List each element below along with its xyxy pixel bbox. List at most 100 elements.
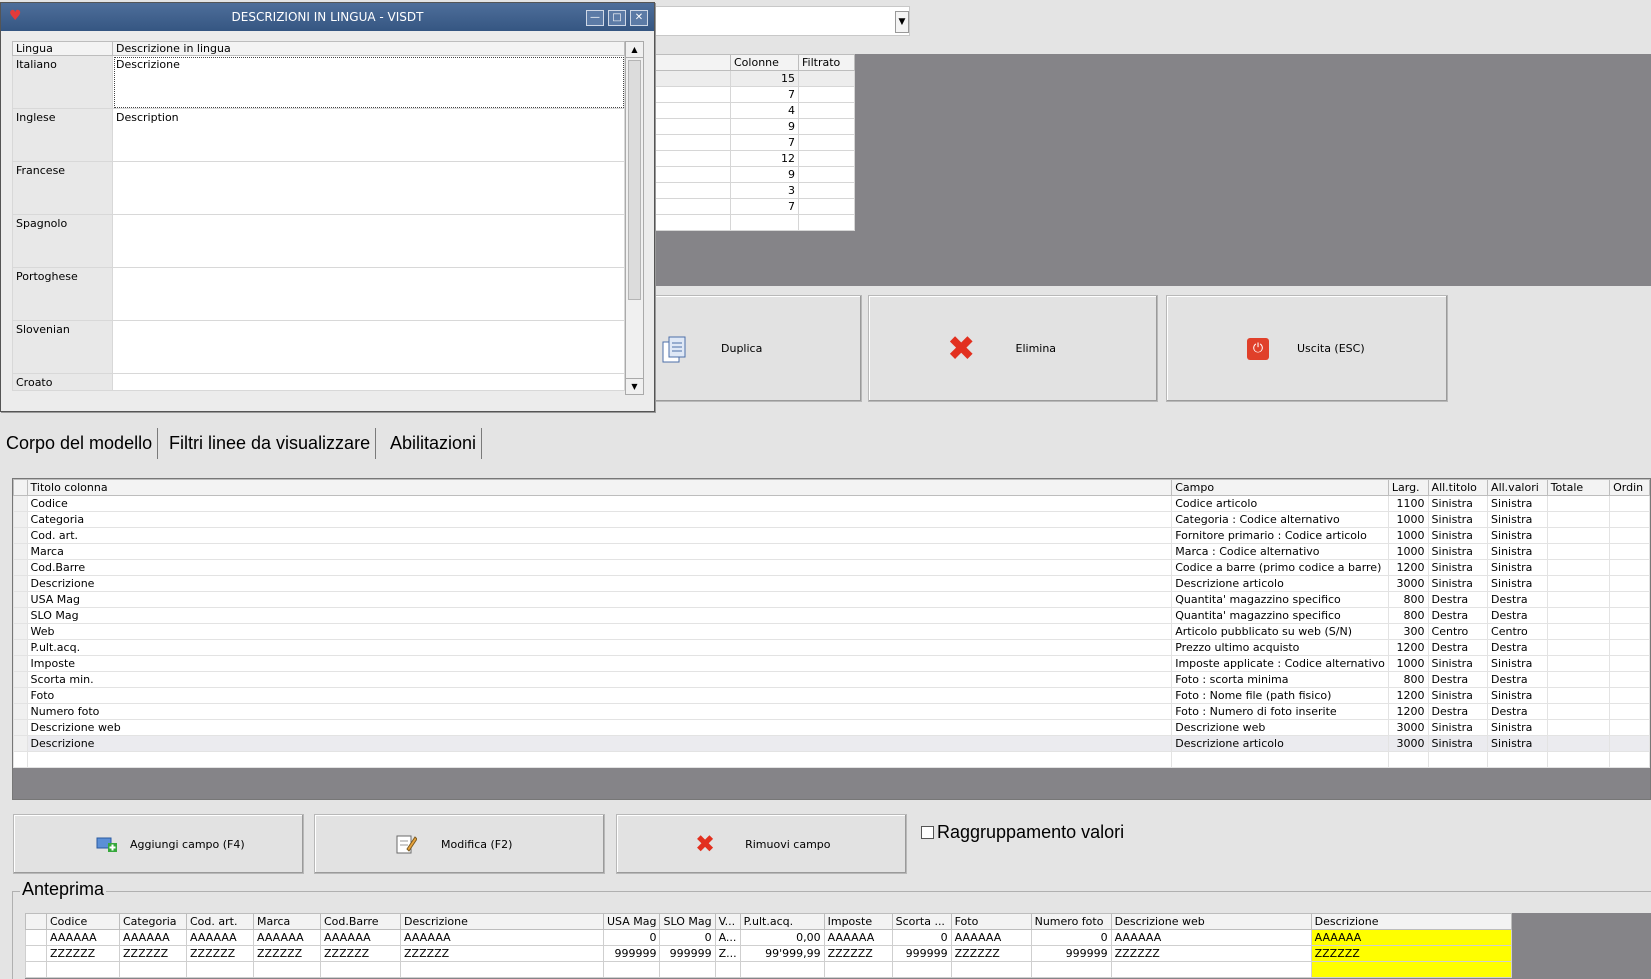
descrizione-cell[interactable]: [112, 373, 625, 391]
table-row[interactable]: 9: [650, 118, 855, 135]
dialog-scrollbar[interactable]: ▲ ▼: [625, 41, 644, 395]
elimina-button[interactable]: ✖ Elimina: [868, 295, 1158, 402]
table-row[interactable]: 7: [650, 86, 855, 103]
tab-filtri-linee[interactable]: Filtri linee da visualizzare: [164, 428, 377, 459]
lingua-row[interactable]: Slovenian: [12, 320, 625, 374]
preview-col-header[interactable]: USA Mag: [602, 913, 661, 930]
preview-col-header[interactable]: SLO Mag: [659, 913, 716, 930]
scroll-thumb[interactable]: [628, 60, 641, 300]
preview-cell: A...: [714, 929, 741, 946]
table-row[interactable]: 12: [650, 150, 855, 167]
descrizione-cell[interactable]: [112, 320, 625, 374]
descrizione-cell[interactable]: [112, 161, 625, 215]
descrizione-cell[interactable]: Descrizione: [112, 55, 625, 109]
preview-cell: ZZZZZZ: [950, 945, 1032, 962]
table-row[interactable]: Scorta min. Foto : scorta minima 800 Destra…: [13, 671, 1650, 688]
table-row[interactable]: 4: [650, 102, 855, 119]
minimize-icon[interactable]: —: [586, 10, 604, 26]
preview-col-header[interactable]: Cod.Barre: [320, 913, 401, 930]
lingua-row[interactable]: Portoghese: [12, 267, 625, 321]
anteprima-title: Anteprima: [20, 879, 107, 900]
scroll-down-icon[interactable]: ▼: [626, 378, 643, 394]
raggruppamento-checkbox[interactable]: Raggruppamento valori: [921, 822, 1124, 843]
checkbox-box[interactable]: [921, 826, 934, 839]
table-row[interactable]: P.ult.acq. Prezzo ultimo acquisto 1200 Dest…: [13, 639, 1650, 656]
table-row[interactable]: Numero foto Foto : Numero di foto inserit…: [13, 703, 1650, 720]
tab-abilitazioni[interactable]: Abilitazioni: [385, 428, 483, 459]
preview-col-header[interactable]: P.ult.acq.: [739, 913, 825, 930]
table-row[interactable]: Marca Marca : Codice alternativo 1000 Sinis…: [13, 543, 1650, 560]
table-row[interactable]: Codice Codice articolo 1100 Sinistra Sinistr…: [13, 495, 1650, 512]
preview-col-header[interactable]: Numero foto: [1030, 913, 1112, 930]
modifica-button[interactable]: Modifica (F2): [314, 814, 605, 874]
descrizioni-dialog: ♥ DESCRIZIONI IN LINGUA - VISDT — □ ✕ Li…: [0, 2, 655, 412]
main-col-header[interactable]: Larg.: [1387, 479, 1429, 496]
main-col-header[interactable]: All.titolo: [1427, 479, 1489, 496]
duplica-button[interactable]: Duplica: [650, 295, 862, 402]
preview-col-header[interactable]: V...: [714, 913, 741, 930]
main-col-header[interactable]: Totale: [1546, 479, 1611, 496]
table-row[interactable]: Web Articolo pubblicato su web (S/N) 300 Ce…: [13, 623, 1650, 640]
table-row[interactable]: Cod.Barre Codice a barre (primo codice a …: [13, 559, 1650, 576]
preview-col-header[interactable]: Foto: [950, 913, 1032, 930]
preview-col-header[interactable]: Imposte: [823, 913, 893, 930]
table-row[interactable]: Imposte Imposte applicate : Codice altern…: [13, 655, 1650, 672]
close-icon[interactable]: ✕: [630, 10, 648, 26]
table-row[interactable]: Cod. art. Fornitore primario : Codice art…: [13, 527, 1650, 544]
table-row[interactable]: Descrizione Descrizione articolo 3000 Sinis…: [13, 575, 1650, 592]
preview-col-header[interactable]: Descrizione: [1310, 913, 1512, 930]
aggiungi-campo-button[interactable]: Aggiungi campo (F4): [13, 814, 304, 874]
preview-col-header[interactable]: Codice: [46, 913, 120, 930]
table-row[interactable]: 15: [650, 70, 855, 87]
main-cell: Destra: [1427, 703, 1489, 720]
colonne-cell: 9: [730, 166, 799, 183]
table-row[interactable]: Descrizione Descrizione articolo 3000 Sinis…: [13, 735, 1650, 752]
table-row[interactable]: [650, 214, 855, 231]
tab-corpo-modello[interactable]: Corpo del modello: [1, 428, 159, 459]
main-col-header[interactable]: Ordin: [1609, 479, 1650, 496]
uscita-button[interactable]: ⏻ Uscita (ESC): [1166, 295, 1448, 402]
preview-col-header[interactable]: Descrizione: [400, 913, 604, 930]
preview-col-header[interactable]: Marca: [253, 913, 321, 930]
preview-cell: ZZZZZZ: [1310, 945, 1512, 962]
descrizione-cell[interactable]: Description: [112, 108, 625, 162]
main-col-header[interactable]: Campo: [1171, 479, 1389, 496]
main-cell: Foto : scorta minima: [1171, 671, 1389, 688]
preview-col-header[interactable]: Cod. art.: [186, 913, 254, 930]
main-col-header[interactable]: All.valori: [1487, 479, 1548, 496]
preview-cell: AAAAAA: [1310, 929, 1512, 946]
table-row[interactable]: 9: [650, 166, 855, 183]
preview-col-header[interactable]: Scorta ...: [891, 913, 952, 930]
main-cell: Sinistra: [1487, 719, 1548, 736]
main-cell: Quantita' magazzino specifico: [1171, 591, 1389, 608]
table-row[interactable]: USA Mag Quantita' magazzino specifico 800 D…: [13, 591, 1650, 608]
table-row[interactable]: [13, 751, 1650, 768]
top-combo[interactable]: ▼: [652, 6, 910, 36]
main-cell: Numero foto: [26, 703, 1173, 720]
descrizione-cell[interactable]: [112, 214, 625, 268]
lingua-row[interactable]: Italiano Descrizione: [12, 55, 625, 109]
lingua-row[interactable]: Inglese Description: [12, 108, 625, 162]
table-row[interactable]: 7: [650, 134, 855, 151]
main-col-header[interactable]: Titolo colonna: [26, 479, 1173, 496]
lingua-row[interactable]: Francese: [12, 161, 625, 215]
scroll-up-icon[interactable]: ▲: [626, 42, 643, 58]
preview-col-header[interactable]: Descrizione web: [1110, 913, 1312, 930]
lingua-row[interactable]: Croato: [12, 373, 625, 391]
table-row[interactable]: Descrizione web Descrizione web 3000 Sinist…: [13, 719, 1650, 736]
table-row[interactable]: SLO Mag Quantita' magazzino specifico 800 D…: [13, 607, 1650, 624]
lingua-row[interactable]: Spagnolo: [12, 214, 625, 268]
rimuovi-campo-button[interactable]: ✖ Rimuovi campo: [616, 814, 907, 874]
table-row[interactable]: 7: [650, 198, 855, 215]
table-row[interactable]: Categoria Categoria : Codice alternativo 1…: [13, 511, 1650, 528]
maximize-icon[interactable]: □: [608, 10, 626, 26]
main-cell: Descrizione web: [26, 719, 1173, 736]
chevron-down-icon[interactable]: ▼: [895, 11, 909, 33]
descrizione-cell[interactable]: [112, 267, 625, 321]
dialog-title-bar[interactable]: ♥ DESCRIZIONI IN LINGUA - VISDT: [1, 3, 654, 31]
table-row[interactable]: 3: [650, 182, 855, 199]
main-cell: 1000: [1387, 511, 1429, 528]
table-row[interactable]: Foto Foto : Nome file (path fisico) 1200 Si…: [13, 687, 1650, 704]
preview-cell: ZZZZZZ: [1110, 945, 1312, 962]
preview-col-header[interactable]: Categoria: [119, 913, 187, 930]
